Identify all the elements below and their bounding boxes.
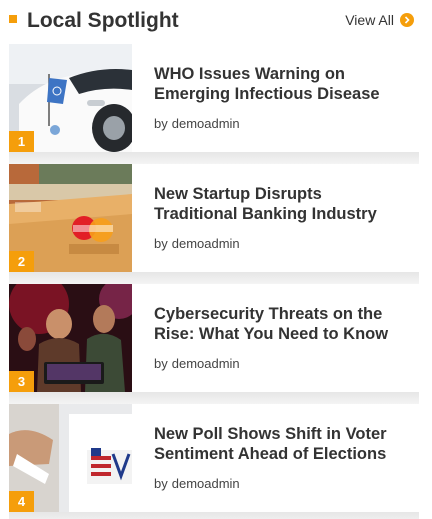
author-link[interactable]: demoadmin xyxy=(172,356,240,371)
card-divider xyxy=(9,272,419,284)
author-link[interactable]: demoadmin xyxy=(172,236,240,251)
article-title[interactable]: WHO Issues Warning on Emerging Infectiou… xyxy=(154,64,409,104)
article-thumbnail[interactable]: 4 xyxy=(9,404,132,512)
article-title[interactable]: New Poll Shows Shift in Voter Sentiment … xyxy=(154,424,409,464)
section-marker-icon xyxy=(9,15,17,23)
byline-prefix: by xyxy=(154,116,168,131)
view-all-label: View All xyxy=(345,12,394,28)
article-byline: by demoadmin xyxy=(154,356,240,372)
article-thumbnail[interactable]: 3 xyxy=(9,284,132,392)
rank-badge: 3 xyxy=(9,371,34,392)
article-title[interactable]: New Startup Disrupts Traditional Banking… xyxy=(154,184,409,224)
author-link[interactable]: demoadmin xyxy=(172,476,240,491)
article-card: 3 Cybersecurity Threats on the Rise: Wha… xyxy=(9,284,419,392)
card-divider xyxy=(9,512,419,519)
rank-badge: 4 xyxy=(9,491,34,512)
section-header: Local Spotlight View All xyxy=(0,0,432,44)
article-byline: by demoadmin xyxy=(154,236,240,252)
author-link[interactable]: demoadmin xyxy=(172,116,240,131)
section-title: Local Spotlight xyxy=(27,9,179,32)
article-card: 1 WHO Issues Warning on Emerging Infecti… xyxy=(9,44,419,152)
article-thumbnail[interactable]: 1 xyxy=(9,44,132,152)
rank-badge: 2 xyxy=(9,251,34,272)
byline-prefix: by xyxy=(154,236,168,251)
article-byline: by demoadmin xyxy=(154,116,240,132)
article-card: 2 New Startup Disrupts Traditional Banki… xyxy=(9,164,419,272)
chevron-right-circle-icon xyxy=(400,13,414,27)
rank-badge: 1 xyxy=(9,131,34,152)
byline-prefix: by xyxy=(154,476,168,491)
article-card: 4 New Poll Shows Shift in Voter Sentimen… xyxy=(9,404,419,512)
card-divider xyxy=(9,152,419,164)
view-all-link[interactable]: View All xyxy=(345,11,414,29)
article-thumbnail[interactable]: 2 xyxy=(9,164,132,272)
byline-prefix: by xyxy=(154,356,168,371)
article-title[interactable]: Cybersecurity Threats on the Rise: What … xyxy=(154,304,409,344)
card-divider xyxy=(9,392,419,404)
article-byline: by demoadmin xyxy=(154,476,240,492)
